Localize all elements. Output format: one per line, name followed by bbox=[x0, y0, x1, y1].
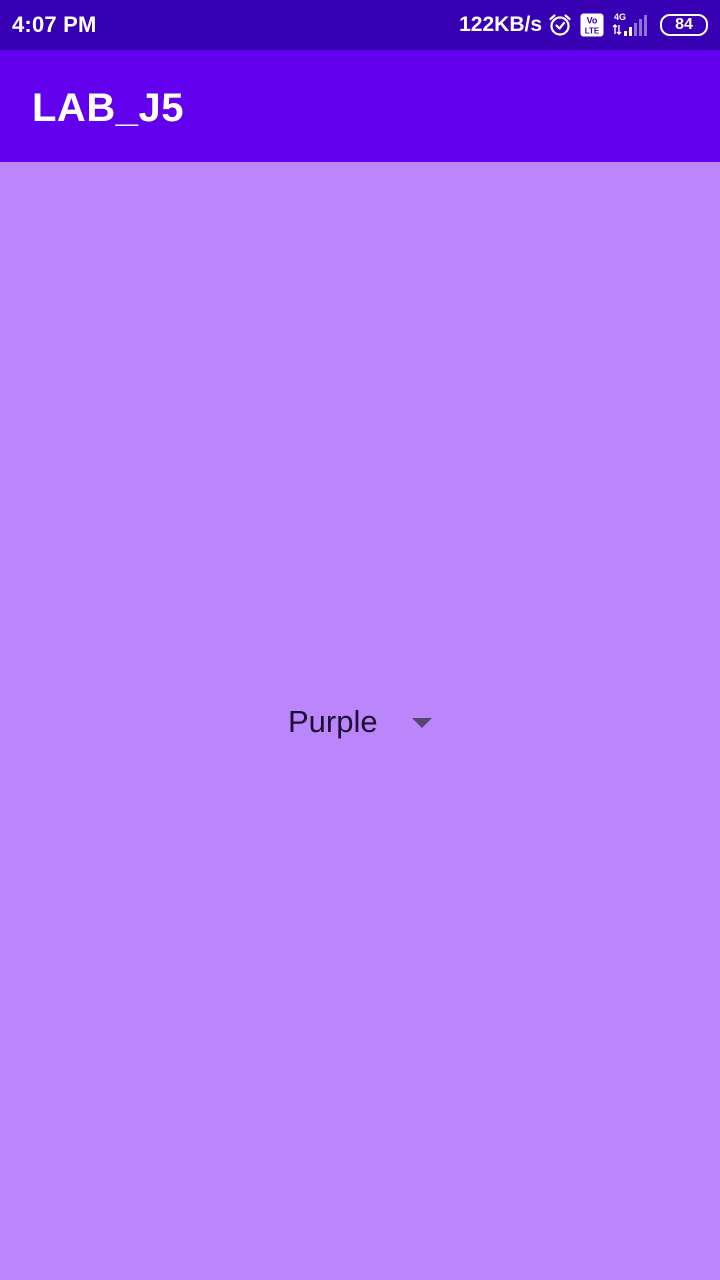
status-time: 4:07 PM bbox=[12, 12, 97, 37]
color-spinner[interactable]: Purple bbox=[288, 700, 432, 744]
alarm-icon bbox=[548, 13, 572, 37]
signal-icon: 4G bbox=[612, 12, 650, 38]
volte-icon: Vo LTE bbox=[580, 13, 604, 37]
app-bar: LAB_J5 bbox=[0, 50, 720, 162]
app-title: LAB_J5 bbox=[32, 86, 184, 130]
battery-level: 84 bbox=[675, 16, 693, 33]
dropdown-arrow-icon bbox=[411, 718, 432, 728]
volte-top-text: Vo bbox=[587, 16, 598, 26]
battery-icon: 84 bbox=[660, 14, 708, 36]
status-bar: 4:07 PM 122KB/s Vo LTE 4G 84 bbox=[0, 0, 720, 50]
network-type-label: 4G bbox=[614, 12, 626, 22]
status-icons: 122KB/s Vo LTE 4G 84 bbox=[459, 10, 708, 40]
spinner-selected-value: Purple bbox=[288, 704, 378, 739]
volte-bottom-text: LTE bbox=[585, 27, 600, 36]
network-speed: 122KB/s bbox=[459, 13, 542, 36]
